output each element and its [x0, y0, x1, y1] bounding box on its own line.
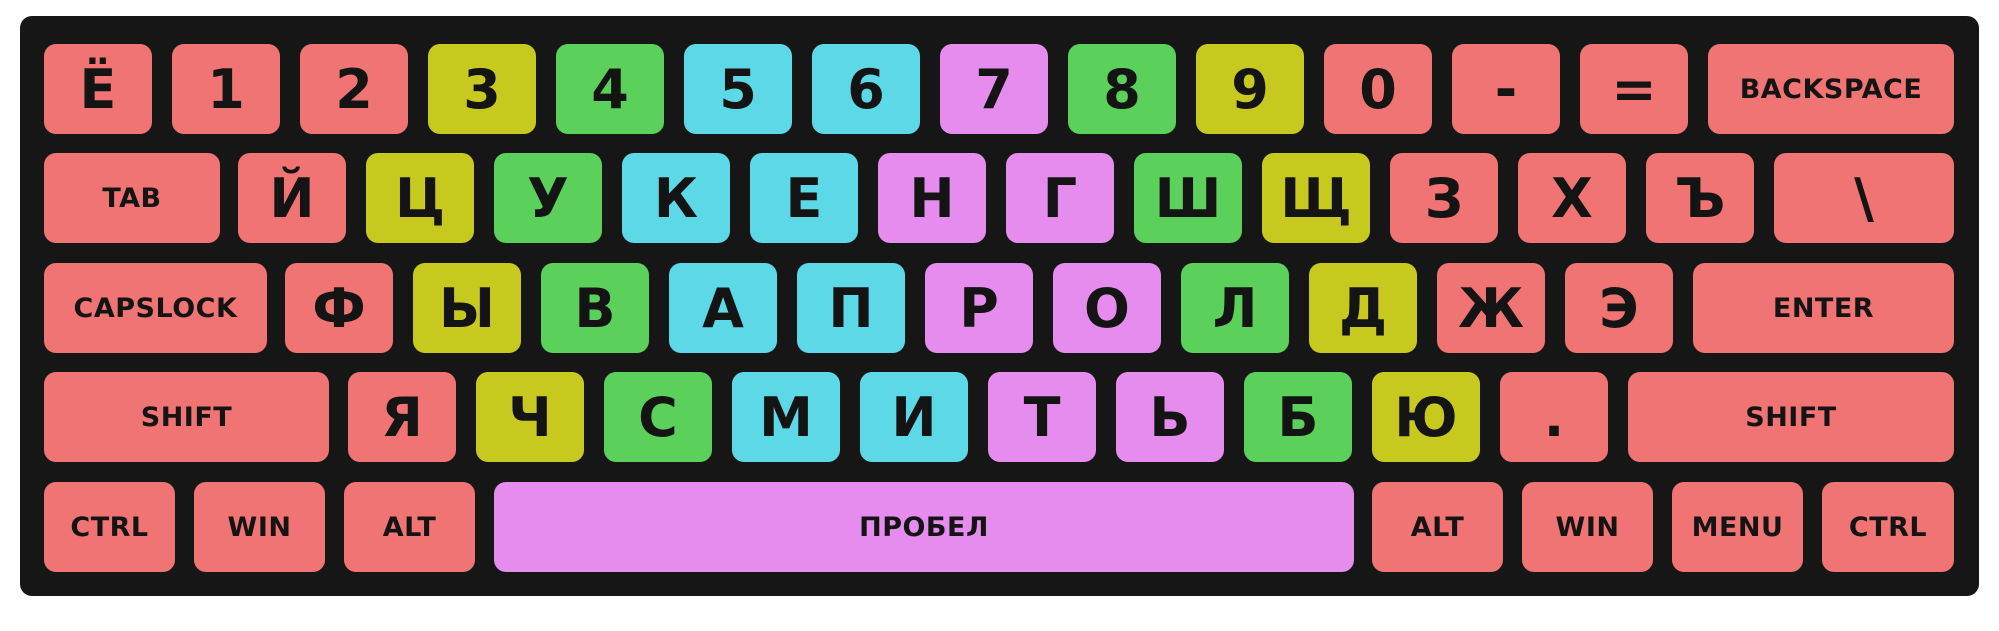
key-5[interactable]: 5: [684, 44, 792, 134]
key-alt[interactable]: ALT: [344, 482, 475, 572]
key-д[interactable]: Д: [1309, 263, 1417, 353]
key-ь[interactable]: Ь: [1116, 372, 1224, 462]
key-п[interactable]: П: [797, 263, 905, 353]
key-backspace[interactable]: BACKSPACE: [1708, 44, 1954, 134]
key-н[interactable]: Н: [878, 153, 986, 243]
key-у[interactable]: У: [494, 153, 602, 243]
key-ю[interactable]: Ю: [1372, 372, 1480, 462]
key-р[interactable]: Р: [925, 263, 1033, 353]
key-т[interactable]: Т: [988, 372, 1096, 462]
key-о[interactable]: О: [1053, 263, 1161, 353]
key-4[interactable]: 4: [556, 44, 664, 134]
key-ъ[interactable]: Ъ: [1646, 153, 1754, 243]
key-minus[interactable]: -: [1452, 44, 1560, 134]
key-7[interactable]: 7: [940, 44, 1048, 134]
key-й[interactable]: Й: [238, 153, 346, 243]
key-в[interactable]: В: [541, 263, 649, 353]
key-period[interactable]: .: [1500, 372, 1608, 462]
key-ж[interactable]: Ж: [1437, 263, 1545, 353]
key-з[interactable]: З: [1390, 153, 1498, 243]
key-8[interactable]: 8: [1068, 44, 1176, 134]
key-equals[interactable]: =: [1580, 44, 1688, 134]
key-щ[interactable]: Щ: [1262, 153, 1370, 243]
key-alt[interactable]: ALT: [1372, 482, 1503, 572]
key-и[interactable]: И: [860, 372, 968, 462]
key-6[interactable]: 6: [812, 44, 920, 134]
key-9[interactable]: 9: [1196, 44, 1304, 134]
key-shift[interactable]: SHIFT: [1628, 372, 1954, 462]
key-м[interactable]: М: [732, 372, 840, 462]
key-я[interactable]: Я: [348, 372, 456, 462]
key-win[interactable]: WIN: [1522, 482, 1653, 572]
key-enter[interactable]: ENTER: [1693, 263, 1954, 353]
key-ctrl[interactable]: CTRL: [1822, 482, 1954, 572]
key-backslash[interactable]: \: [1774, 153, 1954, 243]
key-э[interactable]: Э: [1565, 263, 1673, 353]
key-ч[interactable]: Ч: [476, 372, 584, 462]
key-ctrl[interactable]: CTRL: [44, 482, 175, 572]
key-1[interactable]: 1: [172, 44, 280, 134]
key-л[interactable]: Л: [1181, 263, 1289, 353]
key-2[interactable]: 2: [300, 44, 408, 134]
key-к[interactable]: К: [622, 153, 730, 243]
key-menu[interactable]: MENU: [1672, 482, 1803, 572]
key-б[interactable]: Б: [1244, 372, 1352, 462]
key-win[interactable]: WIN: [194, 482, 325, 572]
key-ё[interactable]: Ё: [44, 44, 152, 134]
key-с[interactable]: С: [604, 372, 712, 462]
key-а[interactable]: А: [669, 263, 777, 353]
key-ц[interactable]: Ц: [366, 153, 474, 243]
key-shift[interactable]: SHIFT: [44, 372, 329, 462]
key-capslock[interactable]: CAPSLOCK: [44, 263, 267, 353]
key-3[interactable]: 3: [428, 44, 536, 134]
key-ш[interactable]: Ш: [1134, 153, 1242, 243]
key-г[interactable]: Г: [1006, 153, 1114, 243]
key-е[interactable]: Е: [750, 153, 858, 243]
key-х[interactable]: Х: [1518, 153, 1626, 243]
key-tab[interactable]: TAB: [44, 153, 220, 243]
key-ф[interactable]: Ф: [285, 263, 393, 353]
key-ы[interactable]: Ы: [413, 263, 521, 353]
key-0[interactable]: 0: [1324, 44, 1432, 134]
key-пробел[interactable]: ПРОБЕЛ: [494, 482, 1354, 572]
